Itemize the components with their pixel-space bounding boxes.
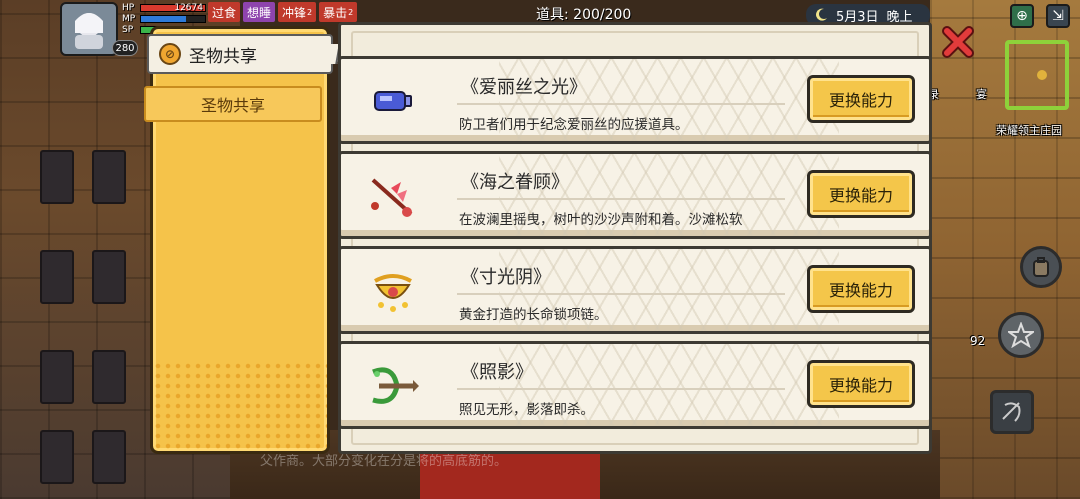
status-tag: 冲锋 2 (278, 2, 317, 22)
status-tag-label: 想睡 (247, 5, 272, 20)
hp-value: 12674 (174, 2, 203, 13)
gold-lock-icon (365, 267, 421, 315)
relic-description: 在波澜里摇曳，树叶的沙沙声附和着。沙滩松软 (459, 212, 743, 228)
status-tag: 暴击 2 (319, 2, 358, 22)
hp-label: HP (122, 2, 135, 13)
swap-ability-button[interactable]: 更换能力 (807, 75, 915, 123)
hp-bar: 12674 (140, 2, 206, 13)
player-level-badge: 280 (112, 40, 138, 56)
relic-name: 《照影》 (461, 362, 533, 383)
item-capacity: 道具: 200/200 (536, 7, 632, 23)
status-tag-label: 过食 (212, 5, 237, 20)
relic-card: 《海之眷顾》 在波澜里摇曳，树叶的沙沙声附和着。沙滩松软 更换能力 (338, 151, 932, 239)
close-icon (942, 26, 974, 58)
tab-relic-share[interactable]: 圣物共享 (144, 86, 322, 122)
moon-icon (816, 8, 827, 21)
relic-card: 《照影》 照见无形，影落即杀。 更换能力 (338, 341, 932, 429)
swap-ability-button[interactable]: 更换能力 (807, 265, 915, 313)
relic-description: 照见无形，影落即杀。 (459, 402, 594, 418)
globe-icon[interactable]: ⊕ (1010, 4, 1034, 28)
relic-name: 《海之眷顾》 (461, 172, 569, 193)
relic-divider (457, 103, 785, 105)
relic-divider (457, 388, 785, 390)
relic-coin-icon: ⊘ (159, 43, 181, 65)
swap-ability-button[interactable]: 更换能力 (807, 170, 915, 218)
furniture-block (40, 430, 74, 484)
close-button[interactable] (940, 24, 976, 60)
relic-description: 黄金打造的长命锁项链。 (459, 307, 608, 323)
furniture-block (92, 150, 126, 204)
furniture-block (92, 430, 126, 484)
mp-row: MP (122, 13, 206, 24)
furniture-block (40, 250, 74, 304)
furniture-block (40, 350, 74, 404)
relic-name: 《寸光阴》 (461, 267, 551, 288)
manor-label: 荣耀领主庄园 (996, 124, 1062, 137)
status-tag-label: 冲锋 (282, 5, 307, 20)
furniture-block (92, 350, 126, 404)
relic-divider (457, 293, 785, 295)
furniture-block (40, 150, 74, 204)
furniture-block (92, 250, 126, 304)
swap-ability-button[interactable]: 更换能力 (807, 360, 915, 408)
category-header: ⊘ 圣物共享 (147, 34, 333, 74)
battery-icon (365, 77, 421, 125)
status-tag: 过食 (208, 2, 241, 22)
relic-name: 《爱丽丝之光》 (461, 77, 587, 98)
status-tag-label: 暴击 (323, 5, 348, 20)
mp-bar (140, 14, 206, 23)
relic-card: 《爱丽丝之光》 防卫者们用于纪念爱丽丝的应援道具。 更换能力 (338, 56, 932, 144)
background-label-banquet: 宴 (976, 88, 987, 101)
map-marker-dot (1037, 70, 1047, 80)
status-tag-stack: 2 (348, 7, 354, 17)
crossbow-icon (365, 362, 421, 410)
status-tag: 想睡 (243, 2, 276, 22)
exit-icon[interactable]: ⇲ (1046, 4, 1070, 28)
mp-bar-fill (141, 15, 186, 22)
status-tag-stack: 2 (307, 7, 313, 17)
crossbow-shortcut-icon[interactable] (990, 390, 1034, 434)
relic-description: 防卫者们用于纪念爱丽丝的应援道具。 (459, 117, 689, 133)
star-icon[interactable] (998, 312, 1044, 358)
sp-label: SP (122, 24, 134, 35)
relic-card: 《寸光阴》 黄金打造的长命锁项链。 更换能力 (338, 246, 932, 334)
spear-icon (365, 172, 421, 220)
category-header-label: 圣物共享 (189, 46, 257, 67)
backpack-icon[interactable] (1020, 246, 1062, 288)
hp-row: HP 12674 (122, 2, 206, 13)
player-avatar[interactable] (60, 2, 118, 56)
item-count-badge: 92 (970, 334, 986, 348)
panel-dot-pattern (153, 361, 327, 451)
relic-divider (457, 198, 785, 200)
mp-label: MP (122, 13, 136, 24)
status-effects: 过食 想睡 冲锋 2 暴击 2 (208, 2, 358, 22)
